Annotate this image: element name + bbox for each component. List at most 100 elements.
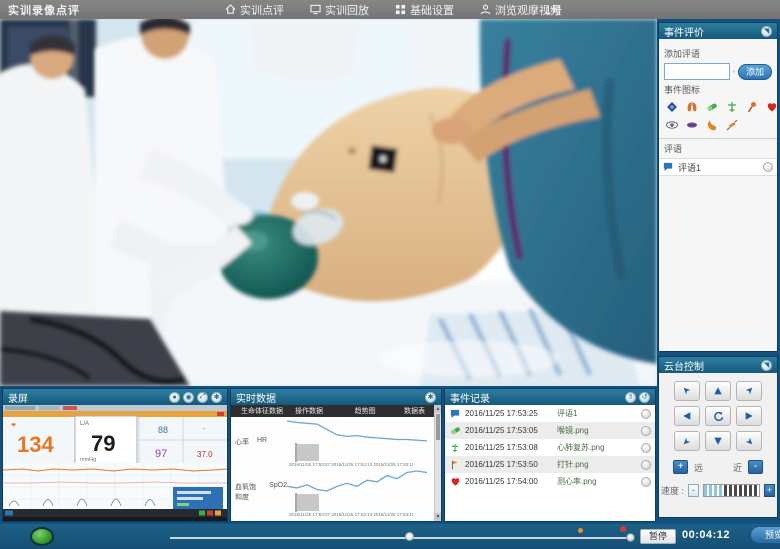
speed-up-button[interactable]: + xyxy=(764,484,775,497)
speed-gauge[interactable] xyxy=(703,484,760,497)
log-view-icon[interactable] xyxy=(641,477,651,487)
comment-options-icon[interactable] xyxy=(763,162,773,172)
ptz-up-right-button[interactable] xyxy=(736,381,762,401)
capsule-icon[interactable] xyxy=(706,101,718,113)
realtime-scrollbar[interactable]: ▲ ▼ xyxy=(434,405,441,521)
speed-label: 速度 : xyxy=(661,484,684,497)
realtime-header: 实时数据 ✱ xyxy=(231,389,441,405)
spo2-abbr: SpO2 xyxy=(269,482,287,502)
ptz-right-button[interactable] xyxy=(736,406,762,426)
log-view-icon[interactable] xyxy=(641,443,651,453)
timeline-track[interactable] xyxy=(170,537,632,539)
stomach-icon[interactable] xyxy=(706,119,718,131)
scroll-thumb[interactable] xyxy=(436,414,440,440)
otoscope-icon[interactable] xyxy=(746,101,758,113)
ptz-down-right-button[interactable] xyxy=(736,431,762,451)
spo2-trend-row: 血氧饱和度 SpO2 2016/11/25 17:53:07 2016/11/2… xyxy=(231,467,441,517)
log-view-icon[interactable] xyxy=(641,426,651,436)
tab-review[interactable]: 实训点评 xyxy=(225,2,284,18)
record-status-icon[interactable] xyxy=(30,527,54,546)
hr-chart-scrollbar[interactable] xyxy=(295,443,297,462)
dash-value: - xyxy=(203,424,206,433)
zoom-near-label: 近 xyxy=(733,461,742,474)
lungs-icon[interactable] xyxy=(686,101,698,113)
comment-input[interactable] xyxy=(664,63,730,80)
screen-record-panel: 录屏 ● ◉ ⤢ ✱ ❤ 134 L/A 79 mmHg 88 97 - 37.… xyxy=(2,388,228,522)
timeline-handle[interactable] xyxy=(626,533,635,542)
add-comment-button[interactable]: 添加 xyxy=(738,64,772,80)
ptz-collapse-icon[interactable]: ◥ xyxy=(761,360,772,371)
log-view-icon[interactable] xyxy=(641,409,651,419)
comment-icon xyxy=(663,162,673,172)
arrow-up-icon xyxy=(713,386,723,396)
nibp-value: 79 xyxy=(91,431,115,456)
ptz-up-button[interactable] xyxy=(705,381,731,401)
divider xyxy=(659,138,777,139)
zoom-in-button[interactable]: + xyxy=(673,460,688,474)
ptz-pad xyxy=(659,381,777,451)
scroll-up-icon[interactable]: ▲ xyxy=(435,405,441,413)
log-row[interactable]: 2016/11/25 17:53:25 评语1 xyxy=(445,405,655,422)
ptz-left-button[interactable] xyxy=(674,406,700,426)
fullscreen-icon[interactable]: ⤢ xyxy=(197,392,208,403)
log-time: 2016/11/25 17:53:25 xyxy=(465,409,553,418)
playback-icon xyxy=(310,4,321,15)
comment-list-item[interactable]: 评语1 xyxy=(659,158,777,176)
log-row[interactable]: 2016/11/25 17:54:00 测心率.png xyxy=(445,473,655,490)
spo2-chart-scrollbar[interactable] xyxy=(295,493,297,512)
lips-icon[interactable] xyxy=(686,119,698,131)
hr-label: ❤ xyxy=(11,423,16,429)
hr-name: 心率 xyxy=(235,437,249,447)
log-row[interactable]: 2016/11/25 17:53:08 心肺复苏.png xyxy=(445,439,655,456)
pause-button[interactable]: 暂停 xyxy=(640,529,676,544)
observer-icon xyxy=(480,4,491,15)
log-row[interactable]: 2016/11/25 17:53:50 打针.png xyxy=(445,456,655,473)
timeline-marker-icon xyxy=(405,532,414,541)
zoom-out-button[interactable]: - xyxy=(748,460,763,474)
microphone-icon[interactable] xyxy=(733,64,735,79)
zoom-controls: + 远 近 - xyxy=(659,460,777,474)
monitor-capture[interactable]: ❤ 134 L/A 79 mmHg 88 97 - 37.0 xyxy=(3,405,227,521)
export-icon[interactable]: ⇑ xyxy=(625,392,636,403)
gear-icon[interactable]: ✱ xyxy=(211,392,222,403)
record-icon[interactable]: ◉ xyxy=(183,392,194,403)
rotate-icon xyxy=(713,411,724,422)
infusion-icon[interactable] xyxy=(726,101,738,113)
ptz-up-left-button[interactable] xyxy=(674,381,700,401)
event-log-list: 2016/11/25 17:53:25 评语1 2016/11/25 17:53… xyxy=(445,405,655,521)
camera-icon[interactable]: ● xyxy=(169,392,180,403)
event-marker-red[interactable] xyxy=(620,526,626,532)
event-icon-grid xyxy=(664,99,780,135)
resp-value: 88 xyxy=(158,425,168,435)
log-time: 2016/11/25 17:53:08 xyxy=(465,443,553,452)
refresh-icon[interactable]: ↺ xyxy=(639,392,650,403)
eye-icon[interactable] xyxy=(666,119,678,131)
home-icon xyxy=(225,4,236,15)
log-name: 心肺复苏.png xyxy=(557,442,637,453)
tab-vitals-data[interactable]: 生命体征数据 xyxy=(235,406,289,416)
speed-down-button[interactable]: - xyxy=(688,484,699,497)
log-view-icon[interactable] xyxy=(641,460,651,470)
heart-icon[interactable] xyxy=(766,101,778,113)
diamond-icon[interactable] xyxy=(666,101,678,113)
syringe-icon[interactable] xyxy=(726,119,738,131)
realtime-settings-icon[interactable]: ✱ xyxy=(425,392,436,403)
panel-collapse-icon[interactable]: ◥ xyxy=(761,26,772,37)
event-eval-title: 事件评价 xyxy=(664,24,704,39)
arrow-down-left-icon xyxy=(682,436,692,446)
ptz-home-button[interactable] xyxy=(705,406,731,426)
ptz-down-button[interactable] xyxy=(705,431,731,451)
ptz-down-left-button[interactable] xyxy=(674,431,700,451)
tab-operation-data[interactable]: 操作数据 xyxy=(289,406,329,416)
tab-playback-label: 实训回放 xyxy=(325,2,369,18)
tab-settings[interactable]: 基础设置 xyxy=(395,2,454,18)
tab-playback[interactable]: 实训回放 xyxy=(310,2,369,18)
log-row[interactable]: 2016/11/25 17:53:05 喉镜.png xyxy=(445,422,655,439)
hr-trend-chart xyxy=(287,416,427,444)
preview-button[interactable]: 预览 xyxy=(750,526,780,544)
ptz-panel: 云台控制 ◥ + 远 近 - 速度 : - + xyxy=(658,356,778,518)
tab-trend-chart[interactable]: 趋势图 xyxy=(349,406,382,416)
event-marker-orange[interactable] xyxy=(578,528,583,533)
scroll-down-icon[interactable]: ▼ xyxy=(435,513,441,521)
tab-data-table[interactable]: 数据表 xyxy=(398,406,431,416)
